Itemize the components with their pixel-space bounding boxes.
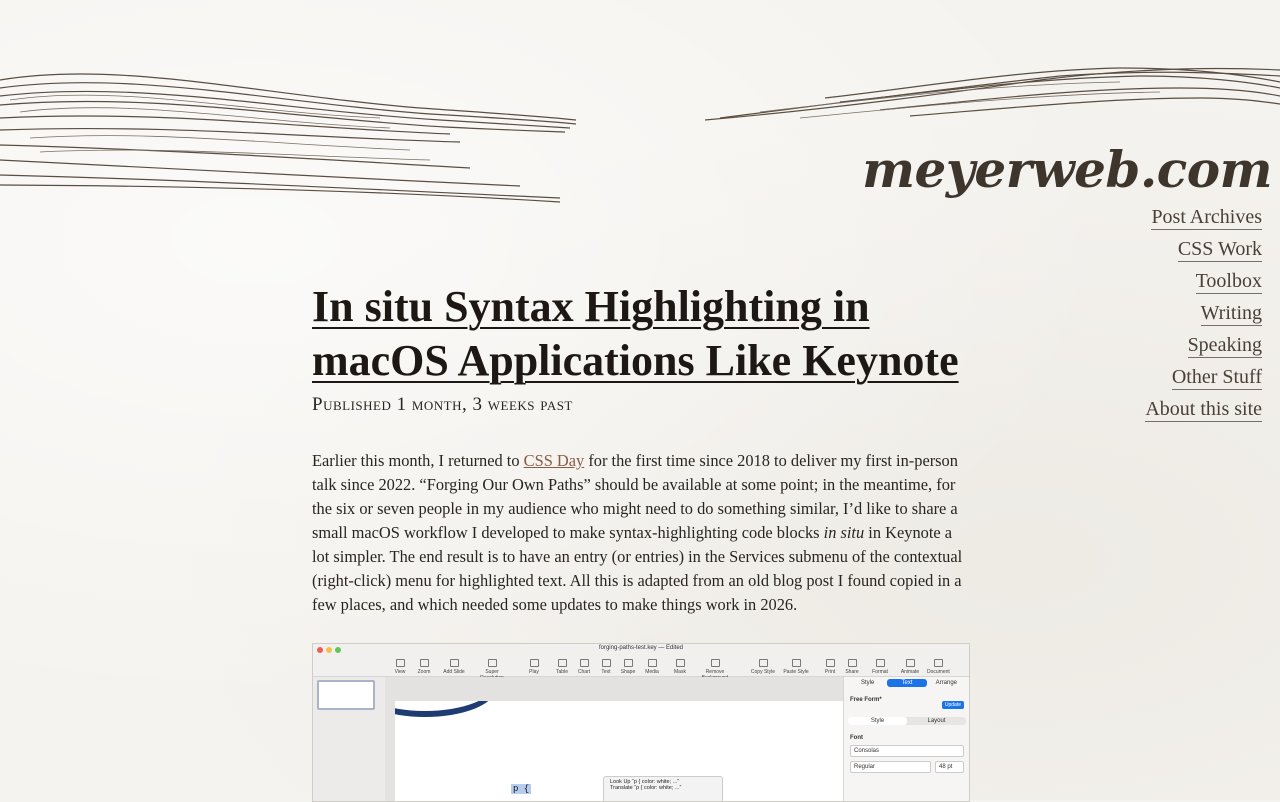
tab-text: Text — [887, 679, 927, 687]
css-day-link[interactable]: CSS Day — [524, 451, 585, 470]
screenshot-toolbar: View Zoom Add Slide Super Resolution Pla… — [313, 656, 969, 681]
selected-code-text: p { — [511, 784, 532, 794]
context-menu-translate: Translate “p { color: white; ...” — [610, 785, 682, 791]
font-section-label: Font — [850, 735, 863, 741]
toolbar-format: Format — [869, 659, 891, 675]
nav-speaking[interactable]: Speaking — [1187, 333, 1262, 358]
nav-post-archives[interactable]: Post Archives — [1151, 205, 1262, 230]
subtab-style: Style — [848, 717, 907, 725]
font-size-field: 48 pt — [935, 761, 964, 773]
format-inspector: Style Text Arrange Free Form* Update Sty… — [843, 677, 969, 801]
inspector-tabs: Style Text Arrange — [848, 679, 966, 687]
tab-style: Style — [860, 680, 875, 686]
post-title[interactable]: In situ Syntax Highlighting in macOS App… — [312, 280, 968, 388]
keynote-screenshot-figure[interactable]: forging-paths-test.key — Edited View Zoo… — [312, 643, 970, 802]
toolbar-animate: Animate — [899, 659, 921, 675]
nav-css-work[interactable]: CSS Work — [1177, 237, 1262, 262]
toolbar-document: Document — [927, 659, 950, 675]
screenshot-doc-title: forging-paths-test.key — Edited — [598, 645, 684, 651]
toolbar-copy-style: Copy Style — [749, 659, 777, 675]
toolbar-table: Table — [551, 659, 573, 675]
site-title[interactable]: meyerweb.com — [862, 140, 1272, 199]
toolbar-print: Print — [819, 659, 841, 675]
toolbar-media: Media — [641, 659, 663, 675]
font-name-field: Consolas — [850, 745, 964, 757]
post-article: In situ Syntax Highlighting in macOS App… — [312, 280, 968, 633]
site-navigation: Post Archives CSS Work Toolbox Writing S… — [1145, 205, 1262, 429]
slide-thumbnail — [317, 680, 375, 710]
toolbar-play: Play — [523, 659, 545, 675]
toolbar-mask: Mask — [669, 659, 691, 675]
toolbar-text: Text — [595, 659, 617, 675]
update-button: Update — [941, 701, 964, 709]
font-weight-field: Regular — [850, 761, 931, 773]
toolbar-share: Share — [841, 659, 863, 675]
nav-other-stuff[interactable]: Other Stuff — [1171, 365, 1262, 390]
body-text-emphasis: in situ — [823, 523, 865, 542]
post-published-date: Published 1 month, 3 weeks past — [312, 394, 573, 415]
toolbar-zoom: Zoom — [413, 659, 435, 675]
post-body-paragraph: Earlier this month, I returned to CSS Da… — [312, 449, 968, 617]
context-menu: Look Up “p { color: white; ...” Translat… — [603, 776, 723, 801]
nav-writing[interactable]: Writing — [1200, 301, 1262, 326]
subtab-layout: Layout — [927, 718, 946, 724]
toolbar-chart: Chart — [573, 659, 595, 675]
slide-navigator — [313, 677, 385, 801]
inspector-subtabs: Style Layout — [848, 717, 966, 725]
toolbar-shape: Shape — [617, 659, 639, 675]
toolbar-add-slide: Add Slide — [443, 659, 465, 675]
nav-about-this-site[interactable]: About this site — [1145, 397, 1262, 422]
screenshot-titlebar: forging-paths-test.key — Edited — [313, 644, 969, 656]
nav-toolbox[interactable]: Toolbox — [1195, 269, 1262, 294]
toolbar-paste-style: Paste Style — [781, 659, 811, 675]
post-title-link[interactable]: In situ Syntax Highlighting in macOS App… — [312, 282, 959, 385]
tab-arrange: Arrange — [935, 680, 957, 686]
toolbar-view: View — [389, 659, 411, 675]
body-text-intro: Earlier this month, I returned to — [312, 451, 524, 470]
